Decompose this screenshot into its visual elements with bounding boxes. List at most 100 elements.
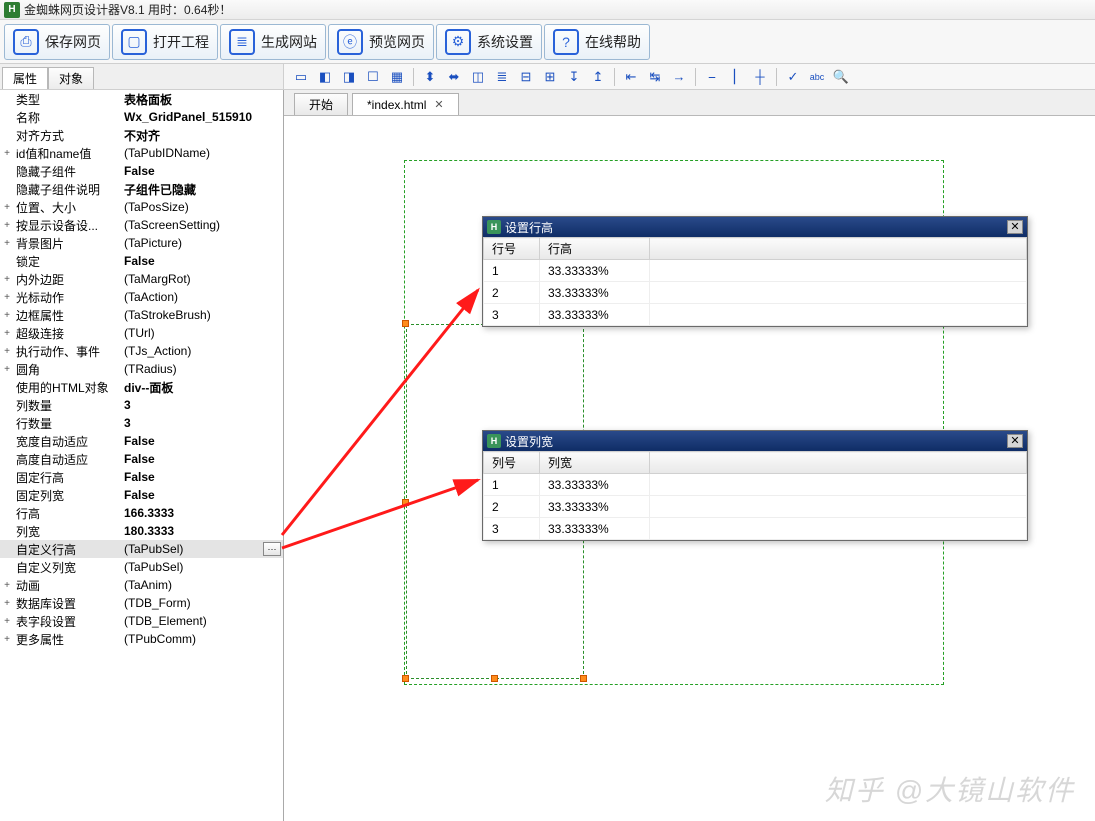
property-value-cell[interactable]: (TaMargRot) (120, 272, 283, 286)
tool-icon-4[interactable]: ☐ (362, 66, 384, 88)
row-height-table[interactable]: 行号 行高 133.33333%233.33333%333.33333% (483, 237, 1027, 326)
property-row[interactable]: +光标动作(TaAction) (0, 288, 283, 306)
expand-icon[interactable]: + (0, 292, 14, 303)
tab-objects[interactable]: 对象 (48, 67, 94, 89)
property-row[interactable]: 自定义行高(TaPubSel)··· (0, 540, 283, 558)
property-value-cell[interactable]: False (120, 452, 283, 466)
popup-col-width[interactable]: H 设置列宽 ✕ 列号 列宽 133.33333%233.33333%333.3… (482, 430, 1028, 541)
tool-icon-9[interactable]: ≣ (491, 66, 513, 88)
tool-icon-16[interactable]: → (668, 66, 690, 88)
property-value-cell[interactable]: False (120, 254, 283, 268)
expand-icon[interactable]: + (0, 220, 14, 231)
expand-icon[interactable]: + (0, 598, 14, 609)
expand-icon[interactable]: + (0, 238, 14, 249)
property-value-cell[interactable]: (TJs_Action) (120, 344, 283, 358)
tool-icon-19[interactable]: ┼ (749, 66, 771, 88)
property-row[interactable]: 锁定False (0, 252, 283, 270)
save-page-button[interactable]: ⎙保存网页 (4, 24, 110, 60)
tool-icon-5[interactable]: ▦ (386, 66, 408, 88)
table-row[interactable]: 133.33333% (484, 474, 1027, 496)
expand-icon[interactable]: + (0, 346, 14, 357)
col-col-width[interactable]: 列宽 (540, 452, 650, 474)
cell-index[interactable]: 3 (484, 518, 540, 540)
doc-tab-index[interactable]: *index.html✕ (352, 93, 459, 115)
tool-icon-21[interactable]: abc (806, 66, 828, 88)
tool-icon-20[interactable]: ✓ (782, 66, 804, 88)
expand-icon[interactable]: + (0, 616, 14, 627)
tool-icon-14[interactable]: ⇤ (620, 66, 642, 88)
popup-col-width-titlebar[interactable]: H 设置列宽 ✕ (483, 431, 1027, 451)
table-row[interactable]: 333.33333% (484, 304, 1027, 326)
property-row[interactable]: +动画(TaAnim) (0, 576, 283, 594)
property-value-cell[interactable]: (TaPicture) (120, 236, 283, 250)
property-row[interactable]: 高度自动适应False (0, 450, 283, 468)
resize-handle[interactable] (402, 499, 409, 506)
tool-icon-3[interactable]: ◨ (338, 66, 360, 88)
property-value-cell[interactable]: (TDB_Form) (120, 596, 283, 610)
property-row[interactable]: 固定行高False (0, 468, 283, 486)
expand-icon[interactable]: + (0, 202, 14, 213)
property-row[interactable]: +id值和name值(TaPubIDName) (0, 144, 283, 162)
table-row[interactable]: 233.33333% (484, 282, 1027, 304)
property-value-cell[interactable]: 子组件已隐藏 (120, 181, 283, 198)
cell-value[interactable]: 33.33333% (540, 282, 650, 304)
col-row-number[interactable]: 行号 (484, 238, 540, 260)
open-project-button[interactable]: ▢打开工程 (112, 24, 218, 60)
property-value-cell[interactable]: (TPubComm) (120, 632, 283, 646)
property-value-cell[interactable]: 不对齐 (120, 127, 283, 144)
property-value-cell[interactable]: (TaPubSel)··· (120, 542, 283, 556)
table-row[interactable]: 233.33333% (484, 496, 1027, 518)
property-value-cell[interactable]: div--面板 (120, 379, 283, 396)
property-value-cell[interactable]: (TaPosSize) (120, 200, 283, 214)
property-row[interactable]: +圆角(TRadius) (0, 360, 283, 378)
property-value-cell[interactable]: False (120, 488, 283, 502)
property-row[interactable]: +位置、大小(TaPosSize) (0, 198, 283, 216)
tool-icon-7[interactable]: ⬌ (443, 66, 465, 88)
col-row-height[interactable]: 行高 (540, 238, 650, 260)
property-value-cell[interactable]: (TUrl) (120, 326, 283, 340)
doc-tab-start[interactable]: 开始 (294, 93, 348, 115)
property-value-cell[interactable]: (TRadius) (120, 362, 283, 376)
property-value-cell[interactable]: False (120, 164, 283, 178)
property-row[interactable]: 固定列宽False (0, 486, 283, 504)
property-row[interactable]: 使用的HTML对象div--面板 (0, 378, 283, 396)
property-value-cell[interactable]: (TaStrokeBrush) (120, 308, 283, 322)
tool-icon-18[interactable]: ⎢ (725, 66, 747, 88)
property-value-cell[interactable]: 3 (120, 416, 283, 430)
property-row[interactable]: 宽度自动适应False (0, 432, 283, 450)
cell-index[interactable]: 1 (484, 474, 540, 496)
property-row[interactable]: +超级连接(TUrl) (0, 324, 283, 342)
property-row[interactable]: +按显示设备设...(TaScreenSetting) (0, 216, 283, 234)
cell-value[interactable]: 33.33333% (540, 260, 650, 282)
table-row[interactable]: 133.33333% (484, 260, 1027, 282)
property-row[interactable]: 名称Wx_GridPanel_515910 (0, 108, 283, 126)
table-row[interactable]: 333.33333% (484, 518, 1027, 540)
tool-icon-1[interactable]: ▭ (290, 66, 312, 88)
help-button[interactable]: ?在线帮助 (544, 24, 650, 60)
close-icon[interactable]: ✕ (1007, 220, 1023, 234)
property-value-cell[interactable]: (TaScreenSetting) (120, 218, 283, 232)
ellipsis-button[interactable]: ··· (263, 542, 281, 556)
tool-icon-13[interactable]: ↥ (587, 66, 609, 88)
cell-value[interactable]: 33.33333% (540, 518, 650, 540)
property-row[interactable]: +表字段设置(TDB_Element) (0, 612, 283, 630)
col-col-number[interactable]: 列号 (484, 452, 540, 474)
resize-handle[interactable] (402, 320, 409, 327)
property-value-cell[interactable]: False (120, 434, 283, 448)
resize-handle[interactable] (402, 675, 409, 682)
property-row[interactable]: 列数量3 (0, 396, 283, 414)
expand-icon[interactable]: + (0, 148, 14, 159)
tool-icon-6[interactable]: ⬍ (419, 66, 441, 88)
property-value-cell[interactable]: 3 (120, 398, 283, 412)
property-value-cell[interactable]: (TaAction) (120, 290, 283, 304)
cell-index[interactable]: 3 (484, 304, 540, 326)
property-value-cell[interactable]: (TaAnim) (120, 578, 283, 592)
design-canvas[interactable]: H 设置行高 ✕ 行号 行高 133.33333%233.33333%333.3… (284, 116, 1095, 821)
tool-icon-8[interactable]: ◫ (467, 66, 489, 88)
tool-icon-11[interactable]: ⊞ (539, 66, 561, 88)
property-value-cell[interactable]: 166.3333 (120, 506, 283, 520)
property-value-cell[interactable]: False (120, 470, 283, 484)
tool-icon-15[interactable]: ↹ (644, 66, 666, 88)
property-row[interactable]: 自定义列宽(TaPubSel) (0, 558, 283, 576)
expand-icon[interactable]: + (0, 634, 14, 645)
